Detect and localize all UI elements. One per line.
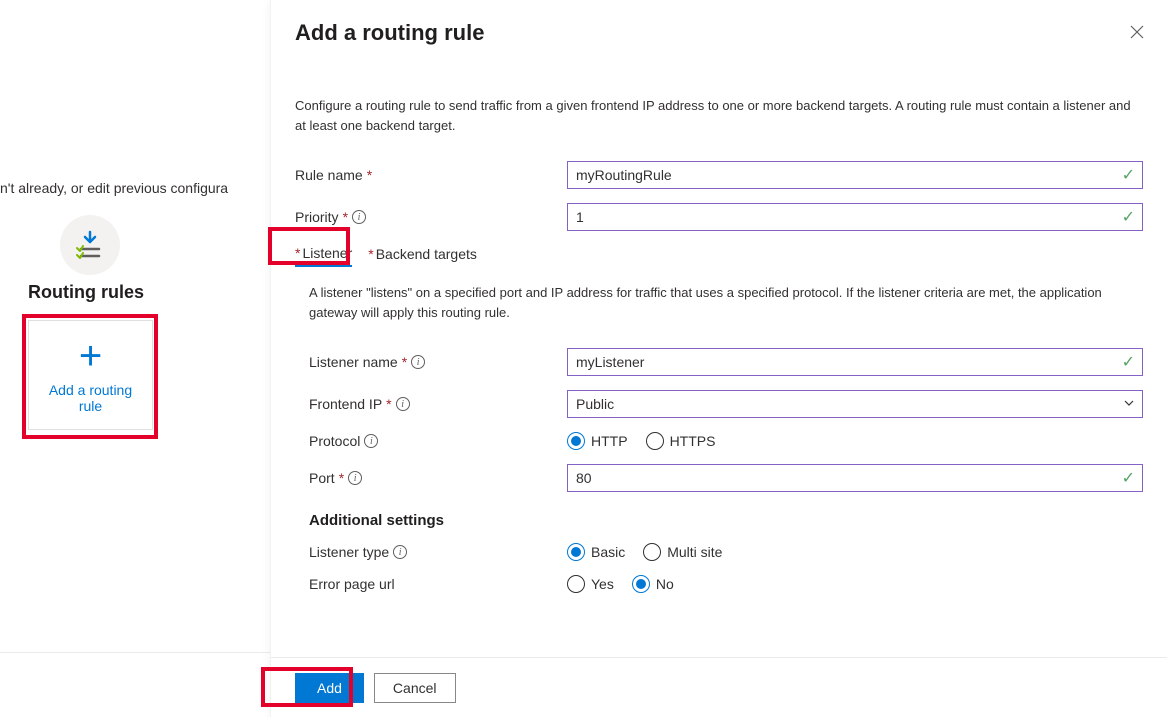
plus-icon: + — [79, 336, 102, 376]
info-icon[interactable]: i — [393, 545, 407, 559]
blade-title: Add a routing rule — [295, 20, 1143, 46]
left-divider — [0, 652, 270, 653]
add-tile-label: Add a routing rule — [29, 382, 152, 414]
add-routing-rule-tile[interactable]: + Add a routing rule — [28, 320, 153, 430]
additional-settings-heading: Additional settings — [309, 512, 1143, 529]
tabs: *Listener *Backend targets — [295, 245, 1143, 267]
error-page-no-radio[interactable]: No — [632, 575, 674, 593]
required-marker: * — [386, 396, 391, 412]
priority-input[interactable] — [567, 203, 1143, 231]
routing-rules-step-icon — [60, 215, 120, 275]
close-button[interactable] — [1129, 24, 1147, 42]
cancel-button[interactable]: Cancel — [374, 673, 456, 703]
listener-type-row: Listener type i Basic Multi site — [309, 543, 1143, 561]
rule-name-input[interactable] — [567, 161, 1143, 189]
info-icon[interactable]: i — [396, 397, 410, 411]
check-icon: ✓ — [1122, 165, 1135, 185]
listener-tab-content: A listener "listens" on a specified port… — [295, 283, 1143, 593]
required-marker: * — [367, 167, 372, 183]
add-routing-rule-blade: Add a routing rule Configure a routing r… — [270, 0, 1167, 717]
protocol-row: Protocol i HTTP HTTPS — [309, 432, 1143, 450]
tab-backend-targets[interactable]: *Backend targets — [368, 245, 477, 267]
tab-listener[interactable]: *Listener — [295, 245, 352, 267]
frontend-ip-select[interactable]: Public — [567, 390, 1143, 418]
listener-type-basic-radio[interactable]: Basic — [567, 543, 625, 561]
left-panel: n't already, or edit previous configura … — [0, 0, 270, 717]
routing-rules-heading: Routing rules — [28, 282, 144, 303]
port-label: Port — [309, 470, 335, 486]
frontend-ip-row: Frontend IP * i Public — [309, 390, 1143, 418]
required-marker: * — [339, 470, 344, 486]
listener-tab-description: A listener "listens" on a specified port… — [309, 283, 1143, 322]
check-icon: ✓ — [1122, 468, 1135, 488]
port-row: Port * i ✓ — [309, 464, 1143, 492]
blade-description: Configure a routing rule to send traffic… — [295, 96, 1143, 135]
check-icon: ✓ — [1122, 352, 1135, 372]
error-page-yes-radio[interactable]: Yes — [567, 575, 614, 593]
hint-text-fragment: n't already, or edit previous configura — [0, 180, 228, 196]
error-page-row: Error page url Yes No — [309, 575, 1143, 593]
port-input[interactable] — [567, 464, 1143, 492]
check-icon: ✓ — [1122, 207, 1135, 227]
add-button[interactable]: Add — [295, 673, 364, 703]
listener-name-input[interactable] — [567, 348, 1143, 376]
priority-label: Priority — [295, 209, 339, 225]
protocol-label: Protocol — [309, 433, 360, 449]
listener-type-label: Listener type — [309, 544, 389, 560]
listener-name-row: Listener name * i ✓ — [309, 348, 1143, 376]
rule-name-row: Rule name * ✓ — [295, 161, 1143, 189]
protocol-http-radio[interactable]: HTTP — [567, 432, 628, 450]
priority-row: Priority * i ✓ — [295, 203, 1143, 231]
error-page-label: Error page url — [309, 576, 395, 592]
required-marker: * — [402, 354, 407, 370]
rule-name-label: Rule name — [295, 167, 363, 183]
frontend-ip-label: Frontend IP — [309, 396, 382, 412]
protocol-https-radio[interactable]: HTTPS — [646, 432, 716, 450]
blade-footer: Add Cancel — [271, 657, 1167, 717]
required-marker: * — [343, 209, 348, 225]
info-icon[interactable]: i — [411, 355, 425, 369]
info-icon[interactable]: i — [348, 471, 362, 485]
listener-name-label: Listener name — [309, 354, 398, 370]
info-icon[interactable]: i — [364, 434, 378, 448]
info-icon[interactable]: i — [352, 210, 366, 224]
listener-type-multi-radio[interactable]: Multi site — [643, 543, 722, 561]
